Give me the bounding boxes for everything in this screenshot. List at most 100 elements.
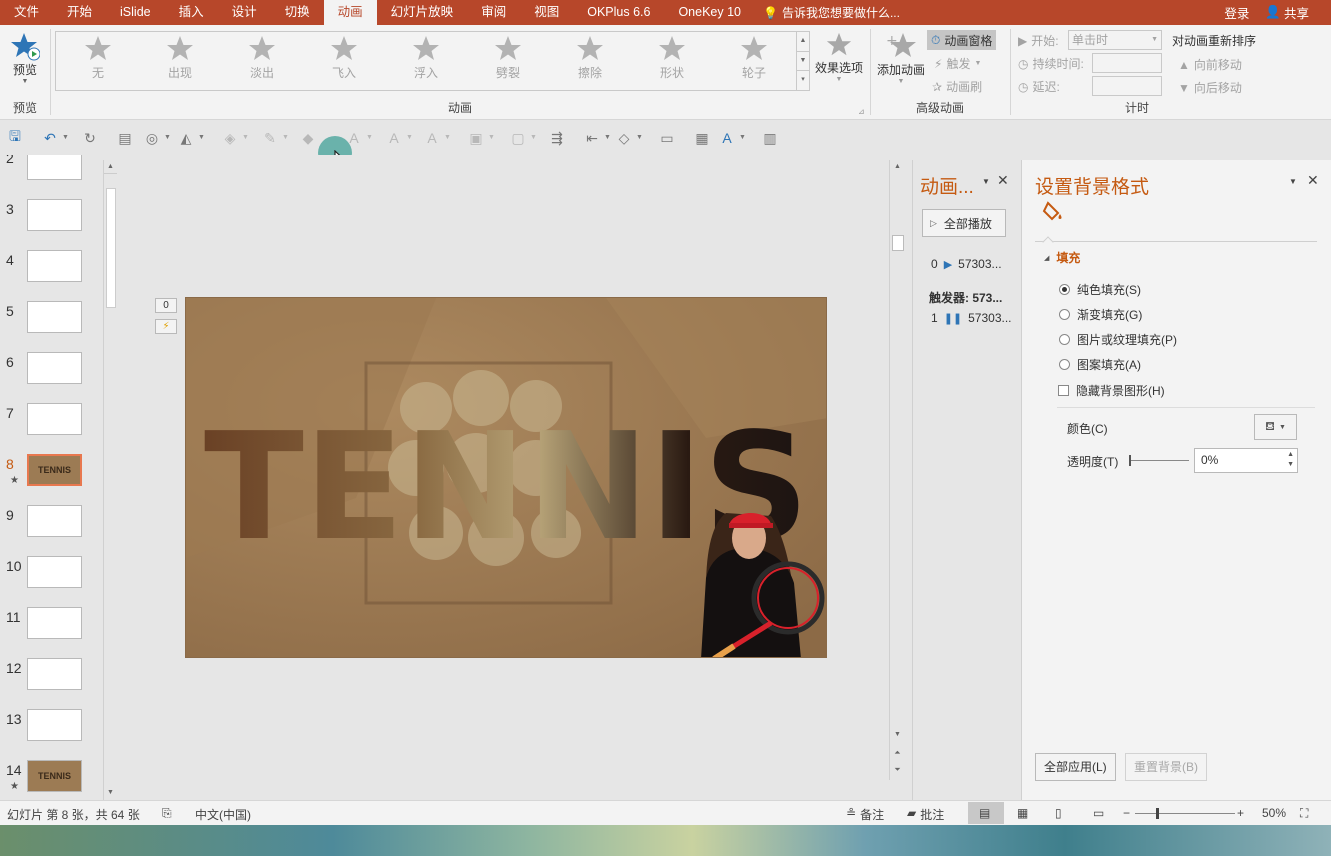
tab-7[interactable]: 幻灯片放映: [377, 0, 468, 25]
fill-option-0[interactable]: 纯色填充(S): [1059, 281, 1141, 298]
transparency-slider-thumb[interactable]: [1129, 455, 1131, 466]
next-slide-icon[interactable]: ⏷: [890, 763, 905, 777]
duration-input[interactable]: [1092, 53, 1162, 73]
animation-item-1[interactable]: 1 ❚❚ 57303...: [931, 311, 1012, 325]
group-icon[interactable]: ▣: [466, 128, 486, 148]
tab-3[interactable]: 插入: [165, 0, 218, 25]
hide-background-checkbox[interactable]: 隐藏背景图形(H): [1058, 382, 1165, 399]
gallery-up-icon[interactable]: ▲: [797, 32, 809, 52]
shape-merge-icon[interactable]: ◇: [614, 128, 634, 148]
tab-2[interactable]: iSlide: [106, 0, 165, 25]
normal-view-icon[interactable]: ▤: [979, 806, 990, 820]
animation-tag[interactable]: 0: [155, 298, 177, 313]
tab-6[interactable]: 动画: [323, 0, 377, 25]
slide[interactable]: TENNIS: [185, 297, 827, 658]
color-picker-button[interactable]: ⛾ ▼: [1254, 414, 1297, 440]
effect-options-button[interactable]: 效果选项 ▼: [813, 31, 865, 83]
fill-section-header[interactable]: ◢ 填充: [1044, 249, 1080, 266]
slide-thumbnail[interactable]: TENNIS: [27, 454, 82, 486]
tab-0[interactable]: 文件: [0, 0, 53, 25]
move-earlier-button[interactable]: ▲ 向前移动: [1178, 56, 1242, 73]
share-button[interactable]: 👤 共享: [1265, 3, 1309, 22]
gallery-item-1[interactable]: 出现: [144, 34, 216, 88]
delay-input[interactable]: [1092, 76, 1162, 96]
zoom-slider-thumb[interactable]: [1156, 808, 1159, 819]
gallery-item-0[interactable]: 无: [62, 34, 134, 88]
text-direction-icon[interactable]: A: [717, 128, 737, 148]
distribute-icon[interactable]: ⇤: [582, 128, 602, 148]
thumbnail-scrollbar[interactable]: ▲ ▼: [103, 160, 117, 800]
scroll-up-icon[interactable]: ▲: [890, 160, 905, 174]
gallery-scroll[interactable]: ▲ ▼ ▾: [796, 32, 809, 90]
gallery-item-2[interactable]: 淡出: [226, 34, 298, 88]
previous-slide-icon[interactable]: ⏶: [890, 746, 905, 760]
fit-slide-icon[interactable]: ⛶: [1300, 806, 1308, 821]
gallery-item-7[interactable]: 形状: [636, 34, 708, 88]
gallery-item-6[interactable]: 擦除: [554, 34, 626, 88]
transparency-slider[interactable]: [1129, 460, 1189, 461]
gallery-item-4[interactable]: 浮入: [390, 34, 462, 88]
reset-background-button[interactable]: 重置背景(B): [1125, 753, 1207, 781]
slide-scrollbar[interactable]: ▲ ▼ ⏶ ⏷: [889, 160, 905, 780]
chevron-down-icon[interactable]: ▼: [982, 177, 990, 186]
slide-thumbnail[interactable]: [27, 352, 82, 384]
transparency-input[interactable]: 0% ▲ ▼: [1194, 448, 1298, 473]
scroll-up-icon[interactable]: ▲: [104, 160, 117, 174]
trigger-button[interactable]: ⚡ 触发 ▼: [934, 55, 981, 72]
close-icon[interactable]: ✕: [997, 172, 1009, 189]
tab-11[interactable]: OneKey 10: [664, 0, 755, 25]
arrange-icon[interactable]: ◭: [176, 128, 196, 148]
slide-thumbnail[interactable]: [27, 607, 82, 639]
slide-thumbnail[interactable]: [27, 301, 82, 333]
gallery-item-5[interactable]: 劈裂: [472, 34, 544, 88]
fill-option-3[interactable]: 图案填充(A): [1059, 356, 1141, 373]
eraser-icon[interactable]: ◆: [298, 128, 318, 148]
animation-gallery[interactable]: 无 出现 淡出 飞入 浮入 劈裂 擦除 形状 轮子 ▲ ▼ ▾: [55, 31, 810, 91]
ungroup-icon[interactable]: ▢: [508, 128, 528, 148]
spellcheck-icon[interactable]: ⎘: [162, 806, 172, 821]
zoom-out-icon[interactable]: −: [1123, 806, 1130, 820]
spin-icon[interactable]: ▲ ▼: [1287, 450, 1294, 470]
tab-8[interactable]: 审阅: [467, 0, 520, 25]
gallery-down-icon[interactable]: ▼: [797, 52, 809, 72]
undo-icon[interactable]: ↶: [40, 128, 60, 148]
start-combo[interactable]: 单击时 ▼: [1068, 30, 1162, 50]
fill-bucket-icon[interactable]: [1042, 200, 1066, 222]
slide-thumbnail[interactable]: [27, 505, 82, 537]
login-link[interactable]: 登录: [1224, 3, 1249, 22]
gallery-item-3[interactable]: 飞入: [308, 34, 380, 88]
animation-item-0[interactable]: 0 ▶ 57303...: [931, 257, 1002, 271]
fill-option-1[interactable]: 渐变填充(G): [1059, 306, 1142, 323]
preview-button[interactable]: 预览 ▼: [8, 31, 42, 85]
play-all-button[interactable]: ▷ 全部播放: [922, 209, 1006, 237]
animation-pane-button[interactable]: ⏱ 动画窗格: [927, 30, 997, 50]
reading-view-icon[interactable]: ▯: [1055, 806, 1062, 820]
fill-icon[interactable]: ◈: [220, 128, 240, 148]
gallery-more-icon[interactable]: ▾: [797, 71, 809, 90]
textbox-icon[interactable]: ▤: [115, 128, 135, 148]
zoom-slider[interactable]: [1135, 813, 1235, 814]
scroll-down-icon[interactable]: ▼: [890, 728, 905, 742]
save-icon[interactable]: 🖫: [5, 128, 25, 148]
slide-thumbnail[interactable]: [27, 250, 82, 282]
outline-icon[interactable]: ✎: [260, 128, 280, 148]
fill-option-2[interactable]: 图片或纹理填充(P): [1059, 331, 1177, 348]
slide-scroll-thumb[interactable]: [892, 235, 904, 251]
slideshow-icon[interactable]: ▭: [1093, 806, 1104, 820]
thumbnail-scroll-thumb[interactable]: [106, 188, 116, 308]
slide-thumbnail[interactable]: [27, 199, 82, 231]
notes-button[interactable]: ≗ 备注: [846, 806, 884, 823]
shapes-icon[interactable]: ◎: [142, 128, 162, 148]
copy-format-icon[interactable]: ▦: [692, 128, 712, 148]
tab-4[interactable]: 设计: [218, 0, 271, 25]
zoom-level[interactable]: 50%: [1262, 806, 1286, 820]
slide-thumbnail[interactable]: [27, 556, 82, 588]
slide-thumbnail[interactable]: [27, 658, 82, 690]
apply-all-button[interactable]: 全部应用(L): [1035, 753, 1116, 781]
gallery-item-8[interactable]: 轮子: [718, 34, 790, 88]
tab-9[interactable]: 视图: [520, 0, 573, 25]
tab-5[interactable]: 切换: [271, 0, 324, 25]
slide-thumbnail[interactable]: [27, 155, 82, 180]
comments-button[interactable]: ▰ 批注: [907, 806, 944, 823]
close-icon[interactable]: ✕: [1307, 172, 1319, 189]
